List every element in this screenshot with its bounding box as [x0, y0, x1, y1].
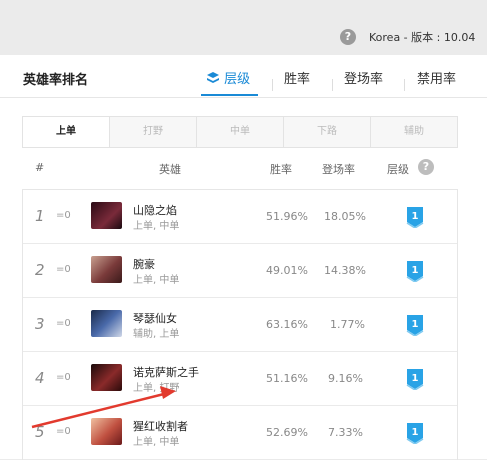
active-tab-indicator [201, 94, 258, 96]
lane-tab-jungle[interactable]: 打野 [109, 117, 196, 147]
tier-value: 1 [412, 319, 419, 330]
hero-name[interactable]: 猩红收割者 [133, 418, 188, 434]
hero-roles: 上单, 打野 [133, 383, 180, 394]
hero-roles: 上单, 中单 [133, 275, 180, 286]
tab-banrate[interactable]: 禁用率 [417, 68, 456, 87]
lane-tab-top[interactable]: 上单 [23, 117, 109, 147]
rank-change: =0 [56, 426, 71, 437]
hero-portrait[interactable] [91, 310, 122, 337]
win-rate: 52.69% [266, 426, 308, 439]
table-row[interactable]: 5 =0 猩红收割者 上单, 中单 52.69% 7.33% 1 [23, 406, 457, 460]
help-icon[interactable]: ? [340, 29, 356, 45]
tier-value: 1 [412, 265, 419, 276]
tier-value: 1 [412, 211, 419, 222]
column-header-pickrate[interactable]: 登场率 [322, 161, 355, 177]
hero-portrait[interactable] [91, 418, 122, 445]
table-row[interactable]: 1 =0 山隐之焰 上单, 中单 51.96% 18.05% 1 [23, 190, 457, 244]
layers-icon [207, 72, 219, 83]
region-version-label[interactable]: Korea - 版本 : 10.04 [369, 29, 475, 45]
pick-rate: 7.33% [328, 426, 363, 439]
hero-roles: 上单, 中单 [133, 221, 180, 232]
tab-separator [272, 79, 273, 91]
hero-name[interactable]: 琴瑟仙女 [133, 310, 177, 326]
pick-rate: 9.16% [328, 372, 363, 385]
pick-rate: 18.05% [324, 210, 366, 223]
hero-name[interactable]: 诺克萨斯之手 [133, 364, 199, 380]
tier-value: 1 [412, 373, 419, 384]
rank-number: 3 [35, 315, 45, 333]
tier-badge-icon: 1 [406, 315, 424, 336]
rank-change: =0 [56, 318, 71, 329]
card-title: 英雄率排名 [23, 73, 89, 88]
table-row[interactable]: 4 =0 诺克萨斯之手 上单, 打野 51.16% 9.16% 1 [23, 352, 457, 406]
rank-number: 2 [35, 261, 45, 279]
lane-tab-mid[interactable]: 中单 [196, 117, 283, 147]
table-row[interactable]: 2 =0 腕豪 上单, 中单 49.01% 14.38% 1 [23, 244, 457, 298]
column-header-rank: # [35, 161, 45, 174]
hero-portrait[interactable] [91, 364, 122, 391]
rank-change: =0 [56, 372, 71, 383]
tier-badge-icon: 1 [406, 261, 424, 282]
tab-tier-label: 层级 [224, 72, 251, 87]
tier-value: 1 [412, 427, 419, 438]
tab-separator [332, 79, 333, 91]
column-header-winrate[interactable]: 胜率 [270, 161, 292, 177]
lane-tab-support[interactable]: 辅助 [370, 117, 457, 147]
win-rate: 63.16% [266, 318, 308, 331]
tier-badge-icon: 1 [406, 207, 424, 228]
hero-roles: 辅助, 上单 [133, 329, 180, 340]
rank-change: =0 [56, 210, 71, 221]
hero-portrait[interactable] [91, 256, 122, 283]
rank-number: 1 [35, 207, 45, 225]
column-header-tier: 层级 [387, 163, 409, 176]
table-row[interactable]: 3 =0 琴瑟仙女 辅助, 上单 63.16% 1.77% 1 [23, 298, 457, 352]
lane-tab-bottom[interactable]: 下路 [283, 117, 370, 147]
win-rate: 51.16% [266, 372, 308, 385]
win-rate: 49.01% [266, 264, 308, 277]
hero-table: 1 =0 山隐之焰 上单, 中单 51.96% 18.05% 1 2 =0 腕豪… [22, 189, 458, 460]
column-header-hero: 英雄 [159, 163, 181, 176]
tier-help-icon[interactable]: ? [418, 159, 434, 175]
rank-number: 5 [35, 423, 45, 441]
tab-separator [404, 79, 405, 91]
pick-rate: 14.38% [324, 264, 366, 277]
tier-badge-icon: 1 [406, 423, 424, 444]
tier-badge-icon: 1 [406, 369, 424, 390]
tab-pickrate[interactable]: 登场率 [344, 68, 383, 87]
hero-portrait[interactable] [91, 202, 122, 229]
hero-ranking-card: 英雄率排名 层级 胜率 登场率 禁用率 上单 打野 中单 下路 辅助 # 英雄 … [0, 55, 487, 460]
lane-tabs: 上单 打野 中单 下路 辅助 [22, 116, 458, 148]
hero-name[interactable]: 山隐之焰 [133, 202, 177, 218]
divider [0, 97, 487, 98]
win-rate: 51.96% [266, 210, 308, 223]
rank-change: =0 [56, 264, 71, 275]
tab-tier[interactable]: 层级 [206, 68, 250, 87]
pick-rate: 1.77% [330, 318, 365, 331]
tab-winrate[interactable]: 胜率 [284, 68, 310, 87]
rank-number: 4 [35, 369, 45, 387]
hero-name[interactable]: 腕豪 [133, 256, 155, 272]
top-bar: ? Korea - 版本 : 10.04 [0, 0, 487, 50]
hero-roles: 上单, 中单 [133, 437, 180, 448]
